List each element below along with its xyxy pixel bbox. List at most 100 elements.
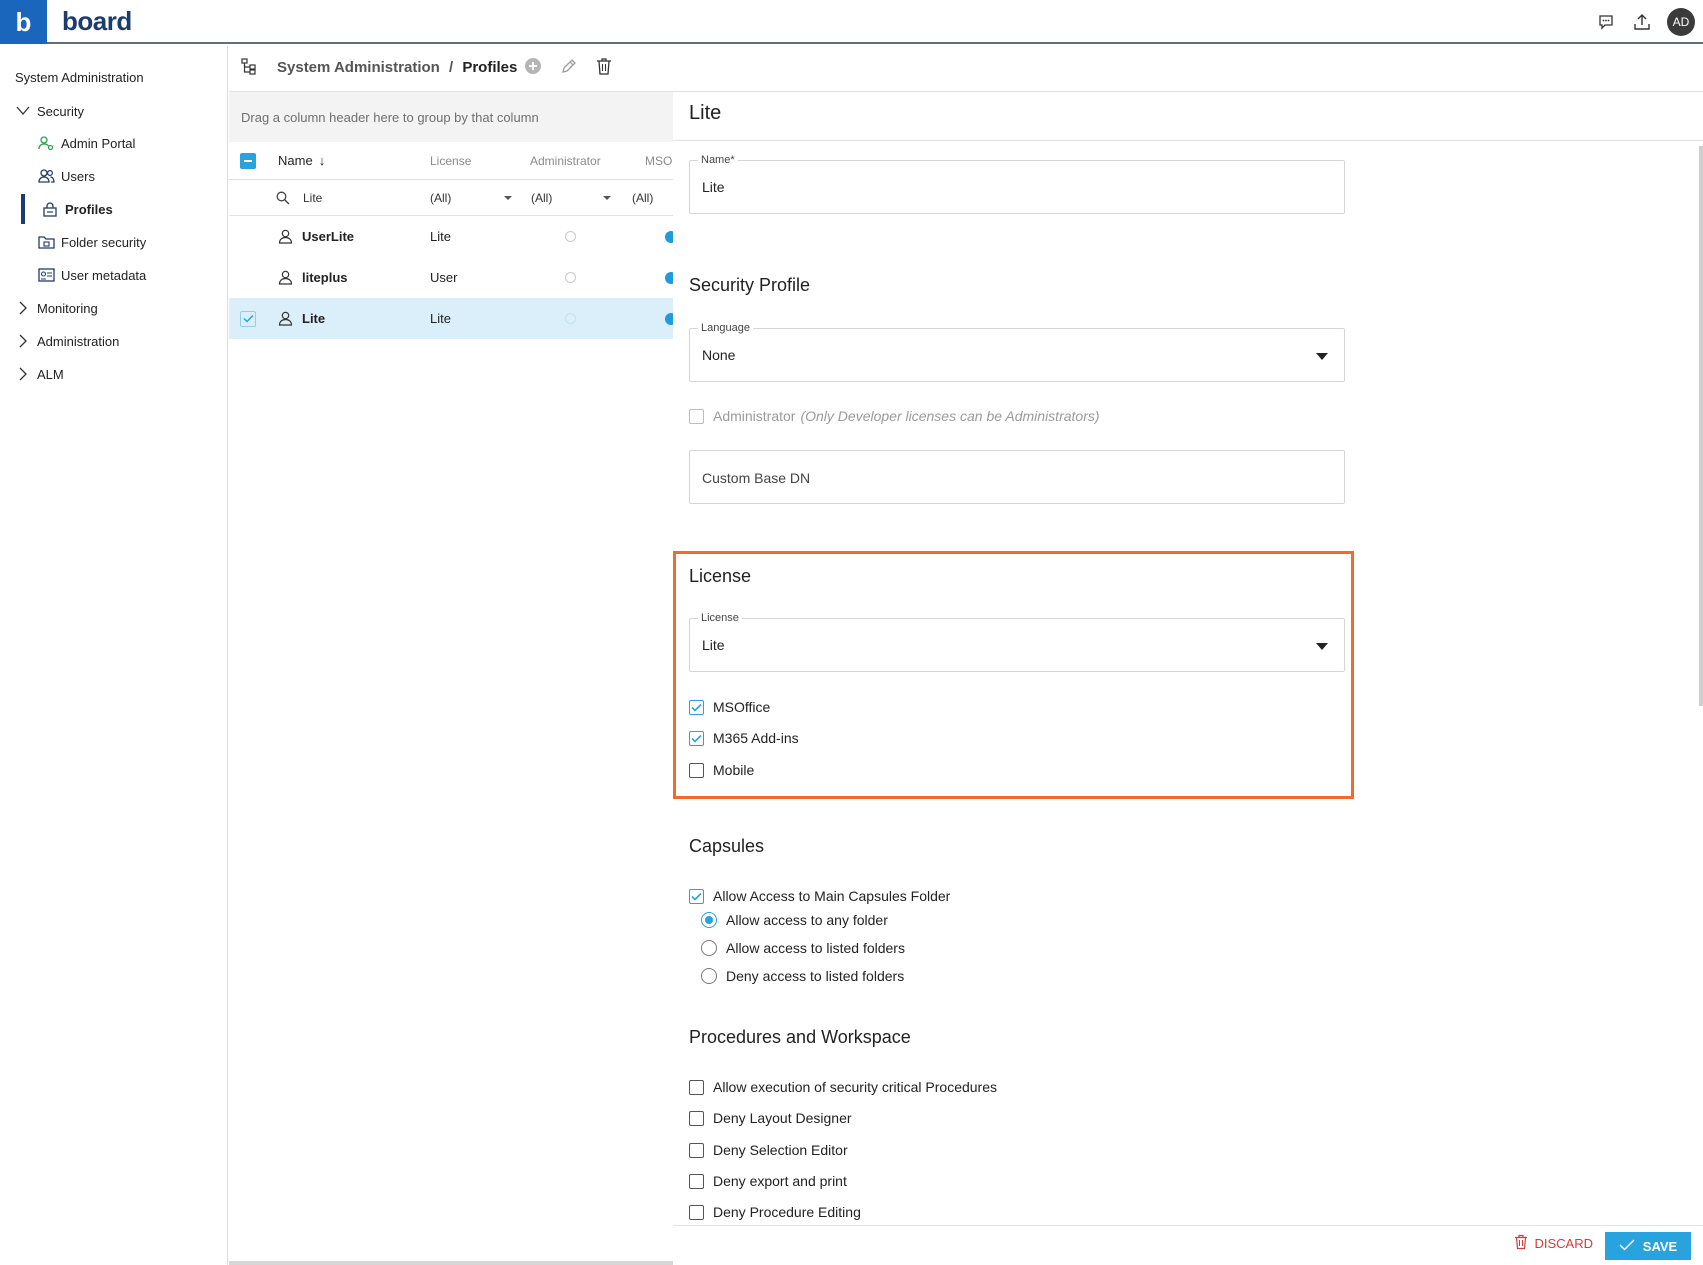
custom-base-dn-placeholder: Custom Base DN [702, 470, 811, 486]
sidebar-item-profiles[interactable]: Profiles [41, 194, 113, 224]
edit-icon[interactable] [560, 57, 578, 80]
checkbox-icon [689, 408, 704, 424]
user-icon [278, 216, 293, 257]
sidebar-item-label: Security [37, 103, 84, 119]
sidebar-item-label: Users [61, 168, 95, 184]
sidebar-item-label: Folder security [61, 234, 147, 250]
column-header-name[interactable]: Name ↓ [278, 142, 325, 179]
breadcrumb-text: System Administration / Profiles [277, 59, 517, 76]
option-label: Allow execution of security critical Pro… [713, 1079, 998, 1095]
radio-label: Allow access to any folder [726, 912, 888, 928]
save-button[interactable]: SAVE [1605, 1232, 1691, 1260]
trash-icon[interactable] [596, 57, 612, 80]
deny-selection-editor-checkbox[interactable]: Deny Selection Editor [689, 1139, 848, 1161]
chevron-right-icon [15, 333, 31, 349]
profile-detail-panel: Lite Name* Lite Security Profile Languag… [673, 92, 1703, 1265]
radio-label: Allow access to listed folders [726, 940, 905, 956]
deny-layout-designer-checkbox[interactable]: Deny Layout Designer [689, 1107, 852, 1129]
row-license: Lite [430, 311, 451, 326]
upload-icon[interactable] [1631, 11, 1653, 33]
radio-deny-listed-folders[interactable]: Deny access to listed folders [701, 965, 904, 987]
license-select[interactable]: License Lite [689, 612, 1345, 672]
main-capsules-access-checkbox[interactable]: Allow Access to Main Capsules Folder [689, 885, 950, 907]
trash-icon [1514, 1234, 1528, 1253]
add-icon[interactable] [524, 57, 542, 80]
checkbox-icon [689, 1204, 704, 1220]
administrator-filter-value: (All) [531, 190, 553, 205]
language-label: Language [698, 322, 753, 334]
column-header-administrator[interactable]: Administrator [530, 142, 601, 179]
horizontal-scrollbar[interactable] [229, 1261, 673, 1265]
save-label: SAVE [1642, 1238, 1678, 1254]
breadcrumb-parent[interactable]: System Administration [277, 59, 440, 76]
radio-allow-listed-folders[interactable]: Allow access to listed folders [701, 937, 905, 959]
name-field[interactable]: Name* Lite [689, 154, 1345, 214]
select-all-checkbox[interactable] [240, 142, 256, 179]
option-label: Deny Selection Editor [713, 1142, 848, 1158]
sidebar-item-folder-security[interactable]: Folder security [37, 227, 146, 257]
profiles-list-pane: System Administration / Profiles Drag a … [229, 46, 1703, 1265]
mobile-label: Mobile [713, 762, 755, 778]
allow-critical-procedures-checkbox[interactable]: Allow execution of security critical Pro… [689, 1076, 997, 1098]
dropdown-caret-icon [1316, 353, 1328, 360]
license-section-title: License [689, 566, 752, 586]
group-by-hint[interactable]: Drag a column header here to group by th… [229, 92, 673, 142]
name-filter-input[interactable]: Lite [303, 180, 322, 215]
row-checkbox[interactable] [240, 298, 256, 339]
sidebar-item-admin-portal[interactable]: Admin Portal [37, 128, 135, 158]
mobile-checkbox[interactable]: Mobile [689, 759, 754, 781]
option-label: Deny export and print [713, 1173, 847, 1189]
row-name: UserLite [302, 229, 355, 244]
security-profile-title: Security Profile [689, 275, 811, 295]
sidebar-item-label: Monitoring [37, 300, 98, 316]
name-field-label: Name* [698, 154, 738, 166]
panel-title: Lite [689, 102, 722, 124]
dropdown-caret-icon [1316, 643, 1328, 650]
sidebar-title: System Administration [15, 70, 144, 85]
row-license: Lite [430, 229, 451, 244]
sidebar-item-security[interactable]: Security [15, 96, 84, 126]
column-header-license[interactable]: License [430, 142, 471, 179]
grid-header: Name ↓ License Administrator MSO [229, 142, 673, 180]
m365-addins-label: M365 Add-ins [713, 730, 799, 746]
administrator-indicator [565, 216, 576, 257]
column-header-mso[interactable]: MSO [645, 142, 672, 179]
sidebar-item-users[interactable]: Users [37, 161, 95, 191]
mso-filter-select[interactable]: (All) [632, 180, 653, 215]
sidebar-item-alm[interactable]: ALM [15, 359, 64, 389]
procedures-section-title: Procedures and Workspace [689, 1027, 911, 1047]
breadcrumb-current: Profiles [462, 59, 518, 76]
sidebar-item-monitoring[interactable]: Monitoring [15, 293, 98, 323]
sidebar-item-user-metadata[interactable]: User metadata [37, 260, 146, 290]
m365-addins-checkbox[interactable]: M365 Add-ins [689, 727, 799, 749]
row-name: liteplus [302, 270, 348, 285]
active-indicator [21, 194, 25, 224]
table-row[interactable]: Lite Lite [229, 298, 677, 339]
column-name-label: Name [278, 153, 313, 168]
radio-allow-any-folder[interactable]: Allow access to any folder [701, 909, 888, 931]
custom-base-dn-field[interactable]: Custom Base DN [689, 450, 1345, 504]
table-row[interactable]: liteplus User [229, 257, 677, 298]
administrator-indicator [565, 298, 576, 339]
msoffice-checkbox[interactable]: MSOffice [689, 696, 770, 718]
sidebar-item-administration[interactable]: Administration [15, 326, 119, 356]
vertical-scrollbar[interactable] [1699, 146, 1703, 706]
administrator-filter-select[interactable]: (All) [531, 180, 611, 215]
sidebar-item-label: Admin Portal [61, 135, 136, 151]
license-select-value: Lite [702, 637, 725, 653]
option-label: Deny Procedure Editing [713, 1204, 861, 1220]
license-filter-select[interactable]: (All) [430, 180, 512, 215]
administrator-checkbox[interactable]: Administrator (Only Developer licenses c… [689, 405, 1100, 427]
language-select[interactable]: Language None [689, 322, 1345, 382]
checkbox-icon [689, 762, 704, 778]
chat-icon[interactable] [1595, 11, 1617, 33]
tree-view-icon[interactable] [241, 58, 259, 81]
discard-button[interactable]: DISCARD [1514, 1234, 1593, 1253]
checkbox-icon [689, 1079, 704, 1095]
deny-export-print-checkbox[interactable]: Deny export and print [689, 1170, 847, 1192]
board-logo-icon[interactable]: b [0, 0, 47, 44]
deny-procedure-editing-checkbox[interactable]: Deny Procedure Editing [689, 1201, 861, 1223]
users-icon [37, 167, 55, 185]
table-row[interactable]: UserLite Lite [229, 216, 677, 257]
avatar[interactable]: AD [1667, 8, 1695, 36]
